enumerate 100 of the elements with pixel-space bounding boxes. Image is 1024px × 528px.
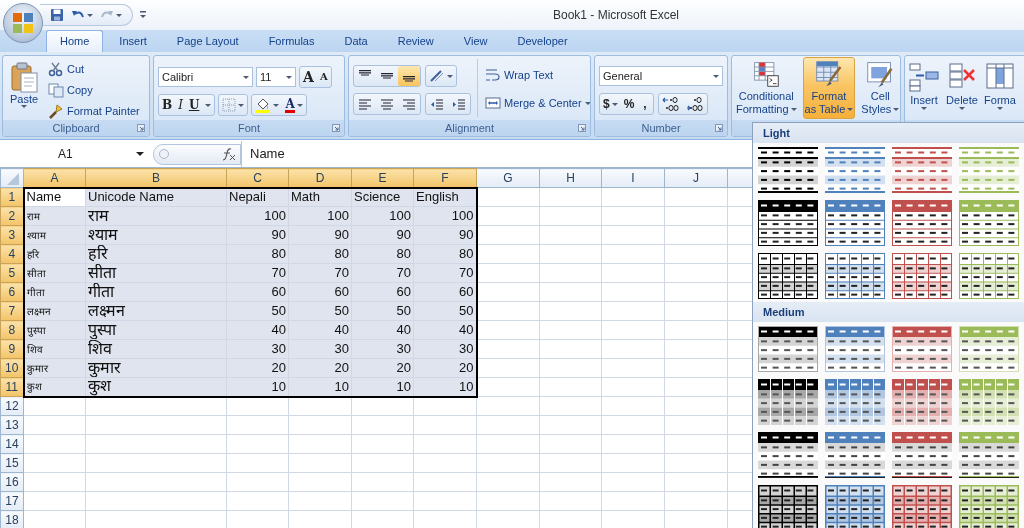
caret-icon <box>136 152 144 156</box>
cell-styles-button[interactable]: Cell Styles <box>859 57 900 119</box>
ribbon-tab[interactable]: Data <box>330 30 382 52</box>
number-format-field[interactable]: General <box>599 66 723 86</box>
bold-button[interactable]: B <box>159 95 176 115</box>
table-style-swatch[interactable] <box>959 379 1019 425</box>
ribbon-tab[interactable]: Insert <box>105 30 161 52</box>
table-style-swatch[interactable] <box>959 253 1019 299</box>
dialog-launcher-icon[interactable] <box>137 124 145 132</box>
decimal-arrow-icon <box>661 96 680 112</box>
paste-button[interactable]: Paste <box>7 59 41 117</box>
table-style-swatch[interactable] <box>825 147 885 193</box>
table-style-swatch[interactable] <box>959 432 1019 478</box>
table-cell[interactable]: Nepali <box>226 187 289 207</box>
office-logo-icon <box>12 12 34 34</box>
table-style-swatch[interactable] <box>758 379 818 425</box>
table-style-swatch[interactable] <box>825 253 885 299</box>
table-style-swatch[interactable] <box>825 200 885 246</box>
table-style-swatch[interactable] <box>758 200 818 246</box>
font-size-field[interactable]: 11 <box>256 67 296 87</box>
table-style-swatch[interactable] <box>892 379 952 425</box>
ribbon-tab[interactable]: Page Layout <box>162 30 253 52</box>
formula-field[interactable]: Name <box>250 144 285 164</box>
table-style-swatch[interactable] <box>892 253 952 299</box>
column-header[interactable]: I <box>601 168 665 188</box>
merge-cells-icon <box>485 96 501 110</box>
italic-button[interactable]: I <box>175 95 186 115</box>
table-style-swatch[interactable] <box>758 432 818 478</box>
group-label: Number <box>641 121 681 136</box>
table-style-swatch[interactable] <box>825 432 885 478</box>
ribbon-tab[interactable]: Home <box>46 30 104 52</box>
table-cell[interactable]: Math <box>288 187 352 207</box>
font-name-field[interactable]: Calibri <box>158 67 253 87</box>
column-header[interactable]: A <box>23 168 86 188</box>
name-box[interactable]: A1 <box>0 143 150 165</box>
column-header[interactable]: B <box>85 168 227 188</box>
insert-button[interactable]: Insert <box>906 57 942 119</box>
function-icon[interactable] <box>220 147 236 161</box>
table-style-swatch[interactable] <box>758 326 818 372</box>
table-cell[interactable]: English <box>413 187 477 207</box>
table-style-swatch[interactable] <box>959 485 1019 528</box>
indent-icon <box>429 97 445 111</box>
conditional-formatting-button[interactable]: Conditional Formatting <box>734 57 799 119</box>
table-style-swatch[interactable] <box>892 432 952 478</box>
format-as-table-button[interactable]: Format as Table <box>802 57 856 119</box>
delete-button[interactable]: Delete <box>944 57 980 119</box>
font-color-button[interactable]: A <box>282 95 306 115</box>
table-cell[interactable]: Unicode Name <box>85 187 227 207</box>
caret-icon <box>21 105 27 108</box>
table-style-swatch[interactable] <box>959 147 1019 193</box>
dialog-launcher-icon[interactable] <box>715 124 723 132</box>
grow-font-button[interactable]: A <box>300 67 317 87</box>
table-cell[interactable]: Science <box>351 187 414 207</box>
column-header[interactable]: H <box>539 168 602 188</box>
table-style-swatch[interactable] <box>758 485 818 528</box>
paint-bucket-icon <box>255 97 272 113</box>
caret-icon <box>997 107 1003 110</box>
ribbon-tab[interactable]: Developer <box>503 30 582 52</box>
clipboard-icon <box>9 62 39 93</box>
caret-icon <box>921 107 927 110</box>
paintbrush-icon <box>48 103 64 119</box>
format-painter-button[interactable]: Format Painter <box>45 101 143 120</box>
table-style-swatch[interactable] <box>825 485 885 528</box>
copy-button[interactable]: Copy <box>45 80 143 100</box>
table-style-swatch[interactable] <box>825 379 885 425</box>
table-style-swatch[interactable] <box>758 253 818 299</box>
comma-button[interactable]: , <box>637 94 653 114</box>
table-style-swatch[interactable] <box>892 147 952 193</box>
dialog-launcher-icon[interactable] <box>578 124 586 132</box>
table-cell[interactable]: Name <box>23 187 86 207</box>
caret-icon <box>116 13 122 17</box>
currency-button[interactable]: $ <box>600 94 621 114</box>
table-style-swatch[interactable] <box>758 147 818 193</box>
ribbon-tab[interactable]: Review <box>383 30 448 52</box>
caret-icon <box>296 103 303 107</box>
wrap-text-button[interactable]: Wrap Text <box>482 65 590 85</box>
customize-toolbar-icon[interactable] <box>139 10 147 20</box>
ribbon-tab[interactable]: Formulas <box>254 30 329 52</box>
table-style-swatch[interactable] <box>892 485 952 528</box>
column-header[interactable]: D <box>288 168 352 188</box>
merge-center-button[interactable]: Merge & Center <box>482 93 590 113</box>
caret-icon <box>790 108 797 111</box>
table-style-swatch[interactable] <box>892 200 952 246</box>
column-header[interactable]: J <box>664 168 728 188</box>
align-bottom-button[interactable] <box>398 66 420 86</box>
table-style-swatch[interactable] <box>892 326 952 372</box>
format-cells-button[interactable]: Forma <box>982 57 1018 119</box>
percent-button[interactable]: % <box>620 94 638 114</box>
column-header[interactable]: E <box>351 168 414 188</box>
shrink-font-button[interactable]: A <box>316 67 331 87</box>
column-header[interactable]: F <box>413 168 477 188</box>
column-header[interactable]: C <box>226 168 289 188</box>
column-header[interactable]: G <box>476 168 540 188</box>
text-lines-icon <box>379 97 395 111</box>
copy-icon <box>48 82 64 98</box>
cut-button[interactable]: Cut <box>45 59 143 79</box>
ribbon-tab[interactable]: View <box>449 30 502 52</box>
underline-button[interactable]: U <box>185 95 203 115</box>
table-style-swatch[interactable] <box>959 200 1019 246</box>
dialog-launcher-icon[interactable] <box>332 124 340 132</box>
